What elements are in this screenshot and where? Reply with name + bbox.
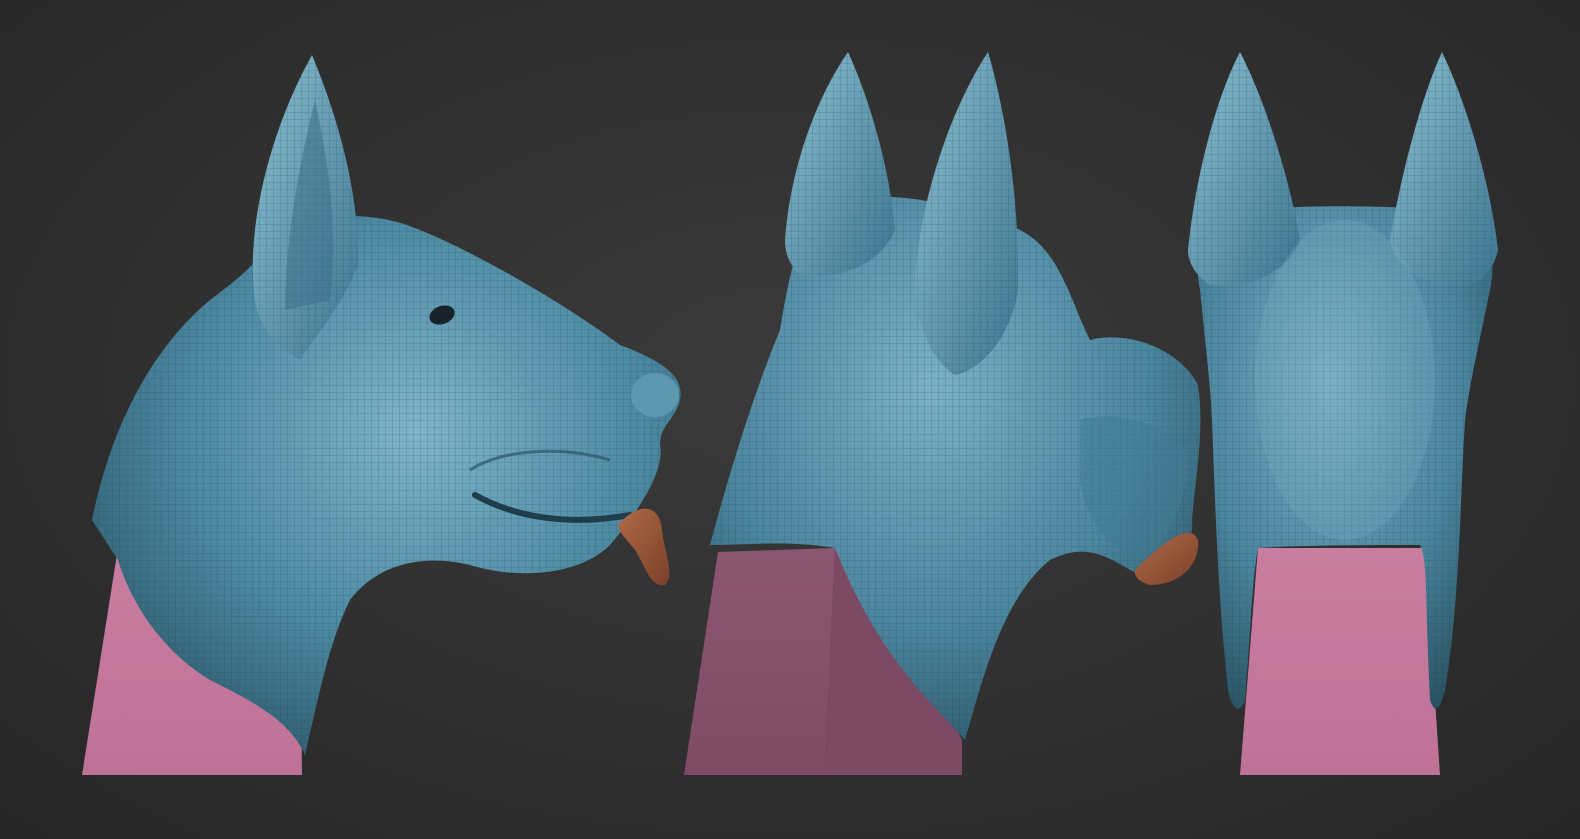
tongue xyxy=(618,508,670,586)
dog-head-side-view xyxy=(82,55,681,775)
sculpt-render xyxy=(82,52,1498,775)
pedestal-left-face xyxy=(684,548,835,775)
dog-head-three-quarter-back-view xyxy=(684,52,1201,775)
dog-head-back-view xyxy=(1188,52,1498,775)
nose xyxy=(631,373,679,417)
render-viewport xyxy=(0,0,1580,839)
pedestal xyxy=(1240,548,1440,775)
